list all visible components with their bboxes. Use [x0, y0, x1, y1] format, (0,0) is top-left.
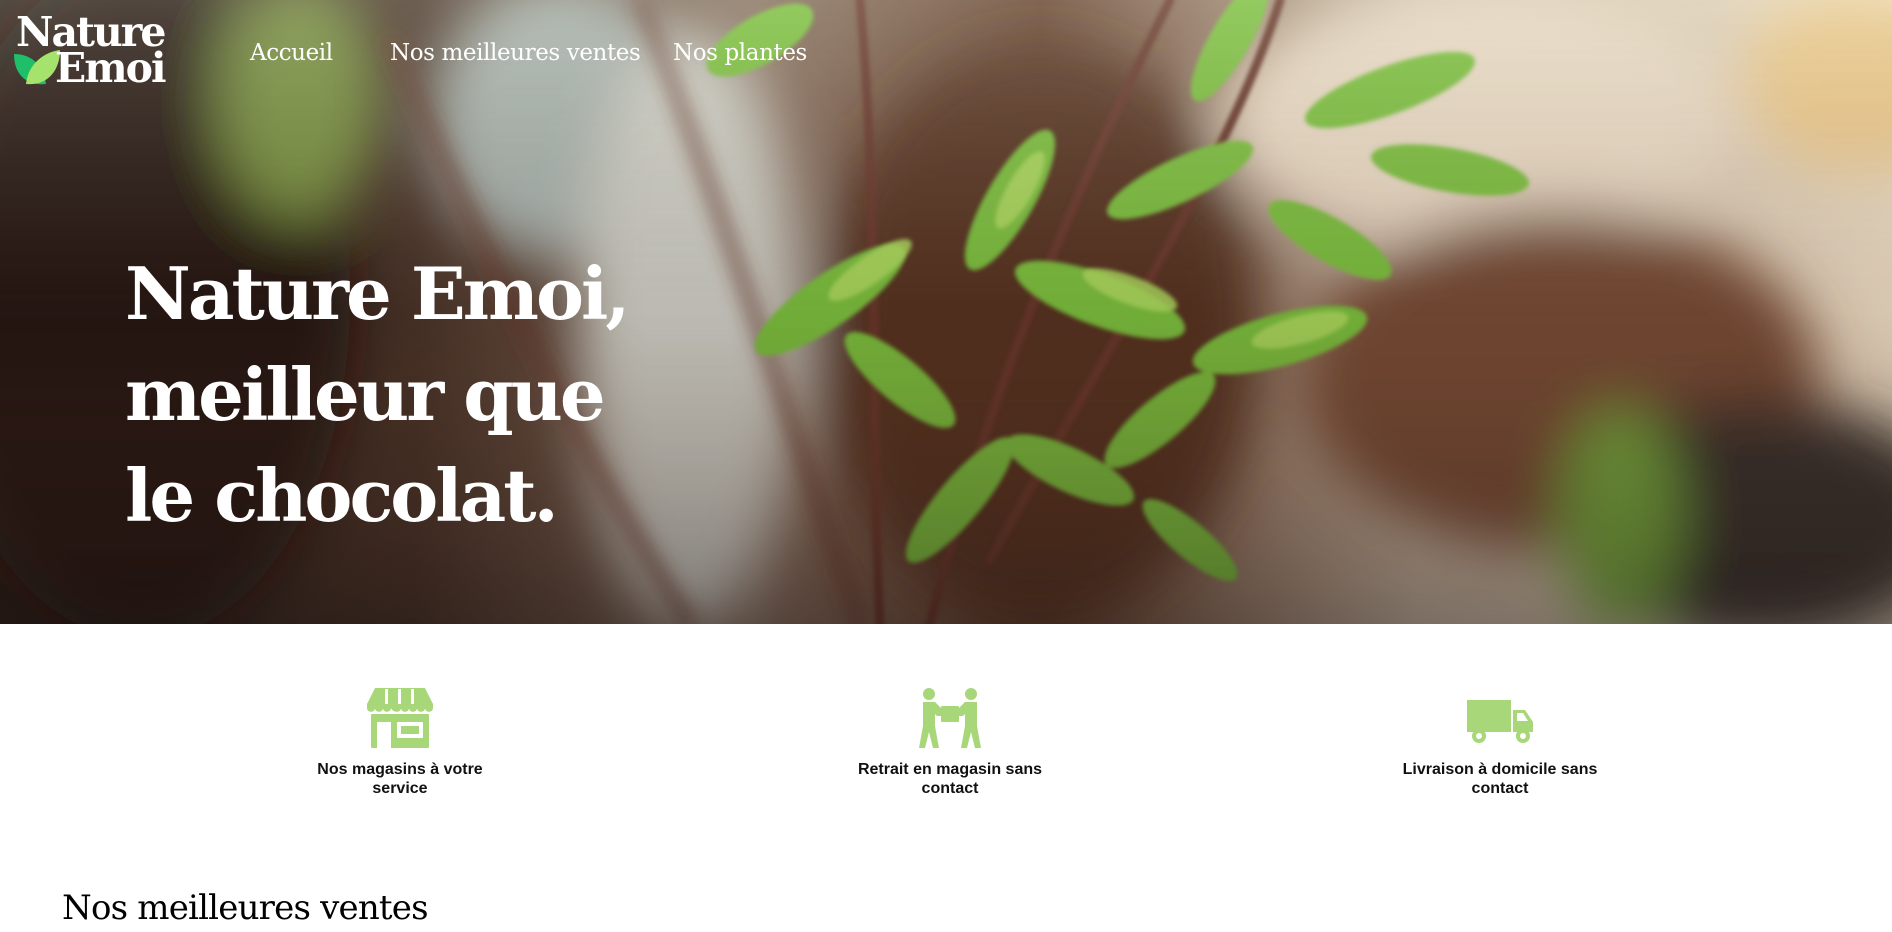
hero-title-line: meilleur que — [125, 352, 606, 437]
feature-label: Livraison à domicile sans contact — [1402, 761, 1598, 797]
feature-delivery: Livraison à domicile sans contact — [1390, 686, 1610, 798]
nav-link-meilleures-ventes[interactable]: Nos meilleures ventes — [390, 38, 641, 68]
feature-label: Nos magasins à votre service — [317, 761, 483, 797]
brand-logo[interactable]: Nature Emoi — [10, 10, 175, 92]
nav-link-nos-plantes[interactable]: Nos plantes — [673, 38, 807, 68]
delivery-truck-icon — [1467, 700, 1533, 743]
feature-stores: Nos magasins à votre service — [290, 686, 510, 798]
carry-box-icon — [919, 688, 981, 748]
store-icon — [367, 688, 433, 748]
brand-name-line2: Emoi — [55, 44, 167, 92]
hero-title-line: le chocolat. — [125, 453, 559, 538]
feature-pickup: Retrait en magasin sans contact — [840, 686, 1060, 798]
best-sellers-title: Nos meilleures ventes — [62, 888, 429, 928]
hero-banner: Nature Emoi Accueil Nos meilleures vente… — [0, 0, 1892, 624]
feature-label: Retrait en magasin sans contact — [857, 761, 1043, 797]
hero-title: Nature Emoi, meilleur que le chocolat. — [125, 243, 630, 546]
hero-title-line: Nature Emoi, — [125, 251, 630, 336]
nav-link-accueil[interactable]: Accueil — [250, 38, 333, 68]
features-strip: Nos magasins à votre service Retrait en … — [0, 624, 1892, 824]
